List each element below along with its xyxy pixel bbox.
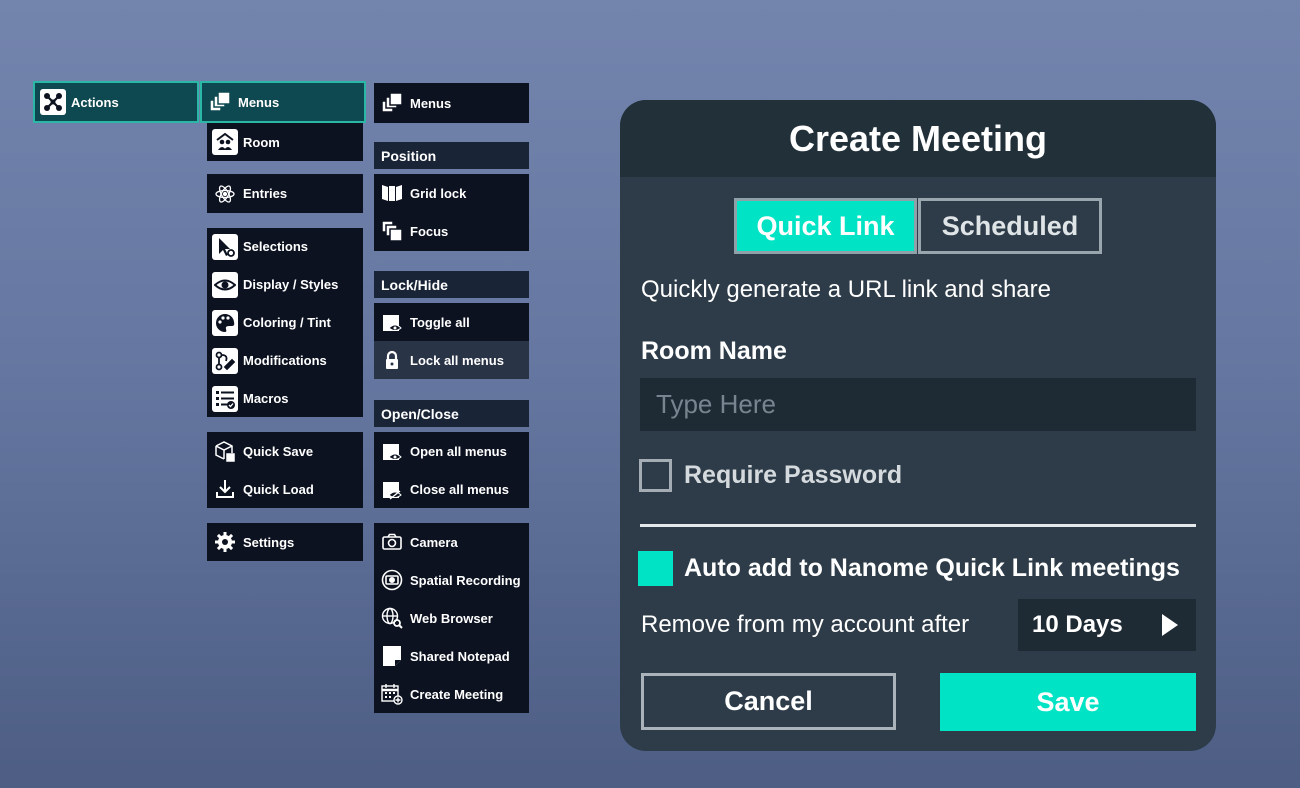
room-name-input[interactable] <box>640 378 1196 431</box>
modifications-label: Modifications <box>243 353 327 368</box>
position-header: Position <box>374 142 529 169</box>
bond-edit-icon <box>212 347 238 374</box>
stacked-windows-icon <box>207 89 233 115</box>
coloring-tint-label: Coloring / Tint <box>243 315 331 330</box>
grid-lock-icon <box>379 180 405 206</box>
coloring-tint-menu-item[interactable]: Coloring / Tint <box>207 304 363 341</box>
menus-tab[interactable]: Menus <box>200 81 366 123</box>
actions-tab-label: Actions <box>71 94 119 110</box>
quick-load-label: Quick Load <box>243 481 314 497</box>
gear-icon <box>212 529 238 555</box>
cancel-button[interactable]: Cancel <box>641 673 896 730</box>
checklist-icon <box>212 385 238 412</box>
display-styles-label: Display / Styles <box>243 277 339 292</box>
tab-quick-link[interactable]: Quick Link <box>734 198 917 254</box>
create-meeting-dialog: Create Meeting Quick Link Scheduled Quic… <box>620 100 1216 751</box>
actions-tab[interactable]: Actions <box>33 81 199 123</box>
spatial-recording-label: Spatial Recording <box>410 572 521 588</box>
create-meeting-label: Create Meeting <box>410 686 504 702</box>
open-all-menus-label: Open all menus <box>410 443 507 459</box>
room-menu-item[interactable]: Room <box>207 123 363 161</box>
modifications-menu-item[interactable]: Modifications <box>207 342 363 379</box>
room-label: Room <box>243 134 280 150</box>
require-password-label: Require Password <box>684 461 903 489</box>
macros-menu-item[interactable]: Macros <box>207 380 363 417</box>
section-divider <box>640 524 1196 527</box>
window-eye-icon <box>379 438 405 464</box>
close-all-menus-label: Close all menus <box>410 481 509 497</box>
eye-icon <box>212 271 238 298</box>
quick-load-menu-item[interactable]: Quick Load <box>207 470 363 508</box>
remove-after-label: Remove from my account after <box>641 611 970 638</box>
web-browser-label: Web Browser <box>410 610 493 626</box>
atom-icon <box>212 181 238 207</box>
play-arrow-icon <box>1162 614 1178 636</box>
entries-label: Entries <box>243 186 288 201</box>
auto-add-checkbox[interactable] <box>638 551 673 586</box>
open-all-menus-item[interactable]: Open all menus <box>374 432 529 470</box>
create-meeting-item[interactable]: Create Meeting <box>374 675 529 713</box>
require-password-checkbox[interactable] <box>639 459 672 492</box>
lock-all-menus-item[interactable]: Lock all menus <box>374 341 529 379</box>
camera-item[interactable]: Camera <box>374 523 529 561</box>
save-button[interactable]: Save <box>940 673 1196 731</box>
lock-hide-header: Lock/Hide <box>374 271 529 298</box>
auto-add-label: Auto add to Nanome Quick Link meetings <box>684 554 1180 582</box>
grid-lock-item[interactable]: Grid lock <box>374 174 529 212</box>
palette-icon <box>212 309 238 336</box>
focus-windows-icon <box>379 218 405 244</box>
download-icon <box>212 476 238 502</box>
macros-label: Macros <box>243 391 289 406</box>
box-save-icon <box>212 438 238 464</box>
close-all-menus-item[interactable]: Close all menus <box>374 470 529 508</box>
quick-save-label: Quick Save <box>243 443 314 459</box>
room-people-icon <box>212 129 238 155</box>
display-styles-menu-item[interactable]: Display / Styles <box>207 266 363 303</box>
recording-icon <box>379 567 405 593</box>
web-browser-item[interactable]: Web Browser <box>374 599 529 637</box>
spatial-recording-item[interactable]: Spatial Recording <box>374 561 529 599</box>
menus-tab-label: Menus <box>238 94 280 110</box>
window-eye-off-icon <box>379 476 405 502</box>
lock-icon <box>379 347 405 373</box>
lock-all-menus-label: Lock all menus <box>410 352 504 368</box>
remove-after-value: 10 Days <box>1032 611 1123 638</box>
dialog-title: Create Meeting <box>620 100 1216 177</box>
cursor-gear-icon <box>212 233 238 260</box>
open-close-header: Open/Close <box>374 400 529 427</box>
selections-label: Selections <box>243 239 309 254</box>
notepad-icon <box>379 643 405 669</box>
submenu-menus-item[interactable]: Menus <box>374 83 529 123</box>
entries-menu-item[interactable]: Entries <box>207 174 363 213</box>
settings-label: Settings <box>243 534 295 550</box>
room-name-label: Room Name <box>641 337 787 365</box>
grid-lock-label: Grid lock <box>410 185 467 201</box>
focus-item[interactable]: Focus <box>374 212 529 250</box>
toggle-all-item[interactable]: Toggle all <box>374 303 529 341</box>
tab-scheduled[interactable]: Scheduled <box>918 198 1102 254</box>
dialog-description: Quickly generate a URL link and share <box>641 276 1051 303</box>
selections-menu-item[interactable]: Selections <box>207 228 363 265</box>
remove-after-select[interactable]: 10 Days <box>1018 599 1196 651</box>
shared-notepad-label: Shared Notepad <box>410 648 510 664</box>
submenu-menus-label: Menus <box>410 95 452 111</box>
actions-hub-icon <box>40 89 66 115</box>
quick-save-menu-item[interactable]: Quick Save <box>207 432 363 470</box>
settings-menu-item[interactable]: Settings <box>207 523 363 561</box>
stacked-windows-icon <box>379 90 405 116</box>
focus-label: Focus <box>410 223 449 239</box>
calendar-add-icon <box>379 681 405 707</box>
shared-notepad-item[interactable]: Shared Notepad <box>374 637 529 675</box>
camera-icon <box>379 529 405 555</box>
globe-search-icon <box>379 605 405 631</box>
window-eye-icon <box>379 309 405 335</box>
toggle-all-label: Toggle all <box>410 314 470 330</box>
camera-label: Camera <box>410 534 458 550</box>
